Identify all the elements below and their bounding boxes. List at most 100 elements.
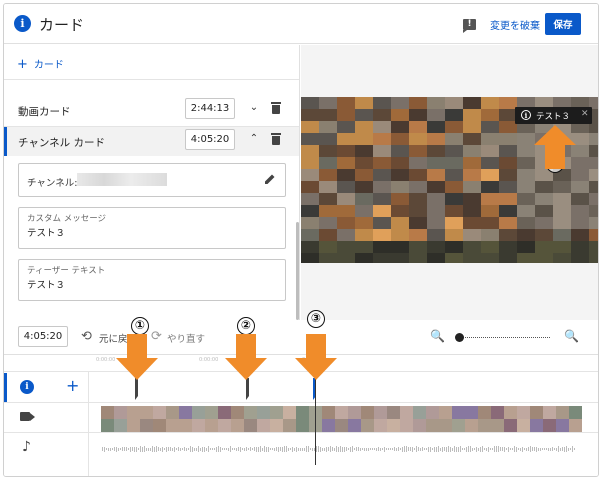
chevron-up-icon[interactable]: ⌃ <box>248 133 260 145</box>
trash-icon[interactable] <box>271 102 281 114</box>
video-thumbnail <box>491 419 504 432</box>
divider <box>88 371 89 476</box>
video-thumbnail <box>101 406 114 419</box>
waveform-bar <box>552 447 553 451</box>
waveform-bar <box>378 447 379 451</box>
zoom-in-icon[interactable]: 🔍 <box>564 329 579 343</box>
pencil-icon[interactable] <box>264 173 276 185</box>
waveform-bar <box>432 448 433 450</box>
trash-icon[interactable] <box>271 133 281 145</box>
video-pixel <box>499 229 517 241</box>
annotation-arrow <box>225 334 267 380</box>
waveform-bar <box>328 447 329 451</box>
video-pixel <box>355 181 373 193</box>
video-pixel <box>517 241 535 253</box>
chevron-down-icon[interactable]: ⌄ <box>248 102 260 114</box>
waveform-bar <box>270 448 271 450</box>
playhead[interactable] <box>315 379 316 465</box>
waveform-bar <box>448 446 449 452</box>
video-pixel <box>319 205 337 217</box>
video-pixel <box>463 241 481 253</box>
waveform-bar <box>226 448 227 450</box>
video-thumbnail <box>283 419 296 432</box>
discard-changes-button[interactable]: 変更を破棄 <box>490 17 540 32</box>
video-pixel <box>319 133 337 145</box>
waveform-bar <box>152 446 153 452</box>
teaser-text-label: ティーザー テキスト <box>27 266 106 276</box>
waveform-bar <box>288 447 289 451</box>
video-pixel <box>481 145 499 157</box>
card-teaser-overlay[interactable]: i テスト３ ✕ <box>515 107 592 124</box>
video-thumbnail <box>530 419 543 432</box>
waveform-bar <box>438 446 439 452</box>
annotation-arrow <box>295 334 337 380</box>
add-card-button[interactable]: + カード <box>17 56 64 72</box>
video-pixel <box>499 253 517 263</box>
feedback-icon[interactable]: ! <box>463 19 476 33</box>
video-thumbnail <box>348 419 361 432</box>
zoom-out-icon[interactable]: 🔍 <box>430 329 445 343</box>
waveform-bar <box>506 448 507 450</box>
waveform-bar <box>240 446 241 452</box>
waveform-bar <box>570 448 571 450</box>
waveform-bar <box>112 448 113 450</box>
custom-message-field[interactable]: カスタム メッセージ テスト３ <box>18 207 286 249</box>
channel-field[interactable]: チャンネル: <box>18 163 286 197</box>
waveform-bar <box>212 448 213 450</box>
video-pixel <box>319 157 337 169</box>
card-time-input[interactable]: 4:05:20 <box>185 129 235 150</box>
card-row-channel[interactable]: チャンネル カード 4:05:20 ⌃ <box>4 127 299 156</box>
waveform-bar <box>170 447 171 451</box>
video-pixel <box>445 157 463 169</box>
info-icon: i <box>14 15 31 32</box>
video-pixel <box>481 157 499 169</box>
waveform-bar <box>244 447 245 451</box>
video-pixel <box>355 121 373 133</box>
annotation-arrow <box>116 334 158 380</box>
zoom-slider[interactable] <box>458 337 550 338</box>
undo-icon[interactable]: ⟲ <box>81 329 92 344</box>
video-pixel <box>517 181 535 193</box>
waveform-bar <box>376 447 377 451</box>
redo-button[interactable]: やり直す <box>167 331 205 345</box>
waveform-bar <box>400 448 401 450</box>
close-icon[interactable]: ✕ <box>581 109 589 119</box>
waveform-bar <box>340 446 341 452</box>
waveform-bar <box>316 446 317 452</box>
video-thumbnail <box>322 406 335 419</box>
video-thumbnail <box>296 419 309 432</box>
divider <box>4 432 598 433</box>
video-thumbnail <box>387 406 400 419</box>
custom-message-label: カスタム メッセージ <box>27 214 107 224</box>
waveform-bar <box>282 446 283 452</box>
card-time-input[interactable]: 2:44:13 <box>185 98 235 119</box>
waveform-bar <box>518 448 519 450</box>
video-pixel <box>463 181 481 193</box>
scrollbar[interactable] <box>296 222 299 320</box>
teaser-text-field[interactable]: ティーザー テキスト テスト３ <box>18 259 286 301</box>
zoom-slider-handle[interactable] <box>455 333 464 342</box>
card-marker-2[interactable] <box>246 378 249 400</box>
waveform-bar <box>386 448 387 450</box>
video-pixel <box>535 217 553 229</box>
save-button[interactable]: 保存 <box>545 13 581 35</box>
waveform-bar <box>200 447 201 451</box>
video-pixel <box>517 217 535 229</box>
video-pixel <box>355 241 373 253</box>
video-thumbnail <box>296 406 309 419</box>
card-marker-1[interactable] <box>135 378 138 400</box>
waveform-bar <box>366 447 367 451</box>
waveform-bar <box>262 447 263 451</box>
waveform-bar <box>510 448 511 450</box>
video-pixel <box>391 121 409 133</box>
waveform-bar <box>204 446 205 452</box>
add-card-timeline-button[interactable]: + <box>66 376 79 395</box>
current-time-input[interactable]: 4:05:20 <box>18 326 68 347</box>
video-pixel <box>427 229 445 241</box>
waveform-bar <box>372 448 373 450</box>
video-pixel <box>553 217 571 229</box>
waveform-bar <box>486 447 487 451</box>
card-row-video[interactable]: 動画カード 2:44:13 ⌄ <box>4 96 299 125</box>
waveform-bar <box>514 446 515 452</box>
waveform-bar <box>144 446 145 452</box>
